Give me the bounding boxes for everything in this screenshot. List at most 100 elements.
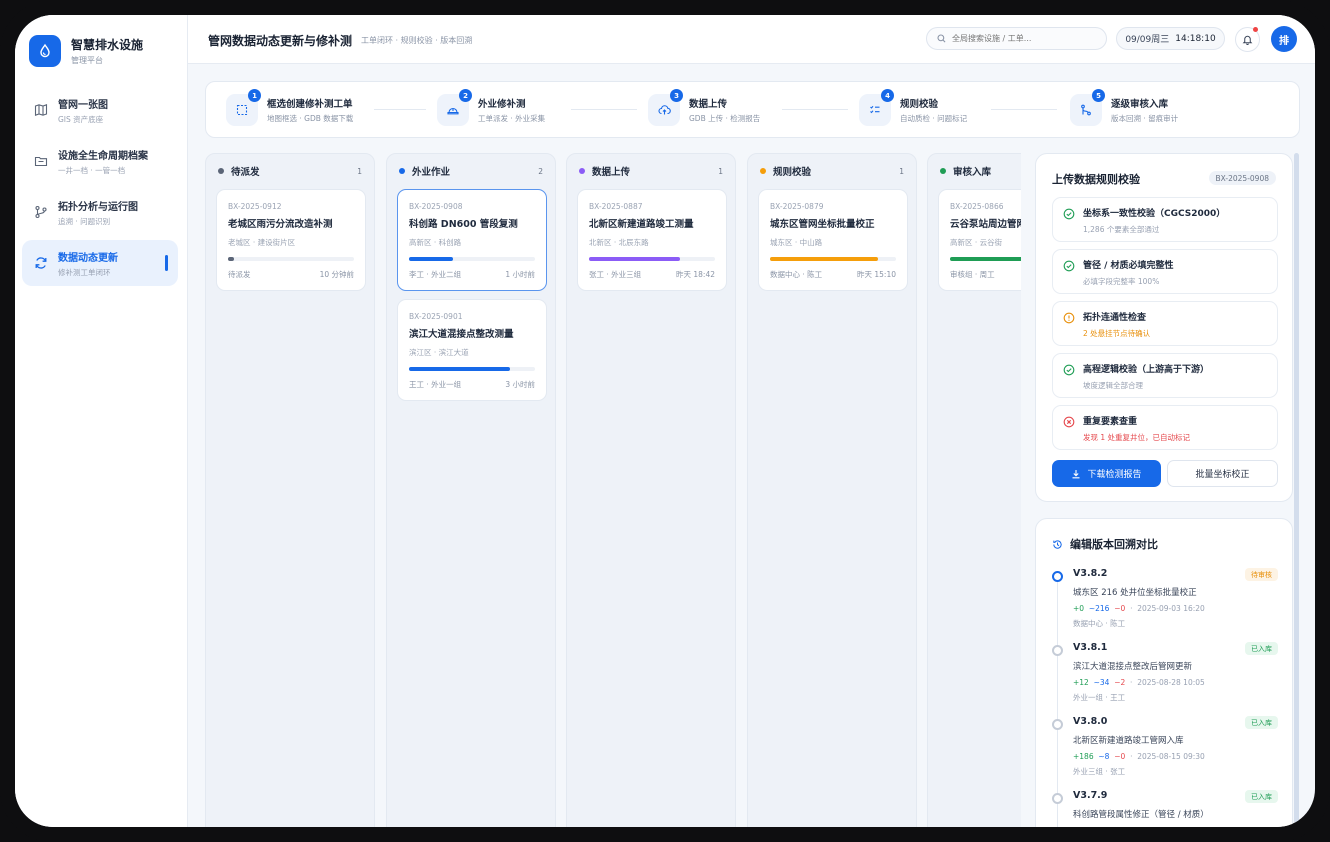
sidebar-item-label: 数据动态更新 [58,252,118,264]
check-detail: 1,286 个要素全部通过 [1083,225,1160,234]
download-icon [1072,469,1080,478]
version-name: V3.8.0 [1073,716,1108,727]
card-location: 滨江区 · 滨江大道 [409,348,469,357]
kanban-column-pending: 待派发 1 BX-2025-0912 老城区雨污分流改造补测 老城区 · 建设街片… [205,153,375,827]
refresh-icon [35,257,47,269]
status-dot [760,168,766,174]
deleted-count: −0 [1114,604,1126,613]
user-avatar[interactable]: 排 [1271,26,1297,52]
version-date: 2025-09-03 16:20 [1137,604,1205,613]
check-title: 拓扑连通性检查 [1083,313,1147,323]
step-number: 2 [459,89,472,102]
timeline-dot [1052,571,1063,582]
step-4[interactable]: 4 规则校验 自动质检 · 问题标记 [859,89,967,126]
progress-fill [228,257,235,261]
step-connector [991,109,1057,110]
version-name: V3.8.1 [1073,642,1108,653]
batch-correction-label: 批量坐标校正 [1195,469,1250,479]
page-title: 管网数据动态更新与修补测 [208,34,353,48]
scrollbar[interactable] [1294,153,1299,823]
step-title: 数据上传 [689,99,728,110]
notification-button[interactable] [1235,27,1260,52]
workflow-stepper: 1 框选创建修补测工单 地图框选 · GDB 数据下载 2 外业修补测 工单派发 ·… [205,81,1300,138]
step-2[interactable]: 2 外业修补测 工单派发 · 外业采集 [437,89,546,126]
check-item[interactable]: 管径 / 材质必填完整性 必填字段完整率 100% [1052,249,1278,294]
card-id: BX-2025-0901 [409,312,463,321]
check-item[interactable]: 高程逻辑校验（上游高于下游） 坡度逻辑全部合理 [1052,353,1278,398]
version-stats: +0 ~216 −0 · 2025-09-03 16:20 [1073,604,1205,613]
card-time: 1 小时前 [505,270,535,279]
deleted-count: −0 [1114,752,1126,761]
kanban-column-validation: 规则校验 1 BX-2025-0879 城东区管网坐标批量校正 城东区 · 中山路… [747,153,917,827]
check-title: 高程逻辑校验（上游高于下游） [1083,365,1210,375]
sidebar-item-label: 设施全生命周期档案 [58,150,148,162]
status-badge: 待审核 [1245,568,1278,581]
sidebar-item-archive[interactable]: 设施全生命周期档案 一井一档 · 一管一档 [22,138,178,184]
column-title: 数据上传 [592,167,631,178]
sidebar-item-label: 拓扑分析与运行图 [58,201,138,213]
step-3[interactable]: 3 数据上传 GDB 上传 · 检测报告 [648,89,761,126]
card-title: 滨江大道混接点整改测量 [409,329,514,340]
column-title: 待派发 [231,167,260,178]
timeline-dot [1052,645,1063,656]
cloud-upload-icon: 3 [648,89,683,126]
time-text: 14:18:10 [1175,33,1216,44]
version-desc: 北新区新建道路竣工管网入库 [1073,736,1184,746]
folder-icon [34,156,48,167]
progress-fill [950,257,1021,261]
added-count: +12 [1073,678,1089,687]
brand-name: 智慧排水设施 [71,38,144,52]
check-item[interactable]: 重复要素查重 发现 1 处重复井位，已自动标记 [1052,405,1278,450]
sidebar-item-topology[interactable]: 拓扑分析与运行图 追溯 · 问题识别 [22,189,178,235]
sidebar-item-map[interactable]: 管网一张图 GIS 资产底座 [22,87,178,133]
check-item[interactable]: 坐标系一致性校验（CGCS2000） 1,286 个要素全部通过 [1052,197,1278,242]
selection-box-icon: 1 [226,89,261,126]
search-input[interactable] [952,34,1092,43]
validation-panel: 上传数据规则校验 BX-2025-0908 坐标系一致性校验（CGCS2000）… [1035,153,1293,502]
step-number: 4 [881,89,894,102]
modified-count: ~8 [1098,752,1110,761]
version-date: 2025-08-28 10:05 [1137,678,1205,687]
step-connector [782,109,848,110]
card-id: BX-2025-0908 [409,202,463,211]
step-title: 规则校验 [900,99,939,110]
step-1[interactable]: 1 框选创建修补测工单 地图框选 · GDB 数据下载 [226,89,353,126]
version-desc: 科创路管段属性修正（管径 / 材质） [1073,810,1209,820]
work-order-card[interactable]: BX-2025-0866 云谷泵站周边管网 高新区 · 云谷街 审核组 · 周工 [938,189,1021,291]
batch-correction-button[interactable]: 批量坐标校正 [1167,460,1278,487]
step-sub: 版本回溯 · 留痕审计 [1111,114,1179,123]
error-circle-icon [1063,416,1075,428]
page-subtitle: 工单闭环 · 规则校验 · 版本回溯 [361,36,473,45]
card-assignee: 王工 · 外业一组 [409,380,462,389]
work-order-card[interactable]: BX-2025-0887 北新区新建道路竣工测量 北新区 · 北辰东路 张工 ·… [577,189,727,291]
progress-bar [409,257,535,261]
column-count: 1 [357,166,362,176]
step-connector [374,109,426,110]
version-desc: 城东区 216 处井位坐标批量校正 [1073,588,1197,598]
timeline-dot [1052,793,1063,804]
status-badge: 已入库 [1245,790,1278,803]
work-order-card[interactable]: BX-2025-0901 滨江大道混接点整改测量 滨江区 · 滨江大道 王工 ·… [397,299,547,401]
status-badge: 已入库 [1245,642,1278,655]
download-report-label: 下载检测报告 [1087,469,1142,479]
version-panel-title: 编辑版本回溯对比 [1070,538,1158,551]
kanban-column-review: 审核入库 BX-2025-0866 云谷泵站周边管网 高新区 · 云谷街 审核组… [927,153,1021,827]
work-order-card[interactable]: BX-2025-0912 老城区雨污分流改造补测 老城区 · 建设街片区 待派发… [216,189,366,291]
card-time: 昨天 18:42 [676,270,715,279]
step-5[interactable]: 5 逐级审核入库 版本回溯 · 留痕审计 [1070,89,1179,126]
card-title: 科创路 DN600 管段复测 [409,219,518,230]
step-sub: 工单派发 · 外业采集 [478,114,546,123]
status-dot [399,168,405,174]
sidebar-item-data-update[interactable]: 数据动态更新 修补测工单闭环 [22,240,178,286]
bell-icon [1242,35,1253,45]
status-dot [579,168,585,174]
check-item[interactable]: 拓扑连通性检查 2 处悬挂节点待确认 [1052,301,1278,346]
check-title: 重复要素查重 [1083,417,1138,427]
work-order-card[interactable]: BX-2025-0879 城东区管网坐标批量校正 城东区 · 中山路 数据中心 … [758,189,908,291]
global-search[interactable] [926,27,1107,50]
work-order-card[interactable]: BX-2025-0908 科创路 DN600 管段复测 高新区 · 科创路 李工… [397,189,547,291]
step-sub: GDB 上传 · 检测报告 [689,114,761,123]
sidebar-item-sub: 一井一档 · 一管一档 [58,165,126,175]
download-report-button[interactable]: 下载检测报告 [1052,460,1161,487]
datetime-display: 09/09周三 14:18:10 [1116,27,1225,50]
